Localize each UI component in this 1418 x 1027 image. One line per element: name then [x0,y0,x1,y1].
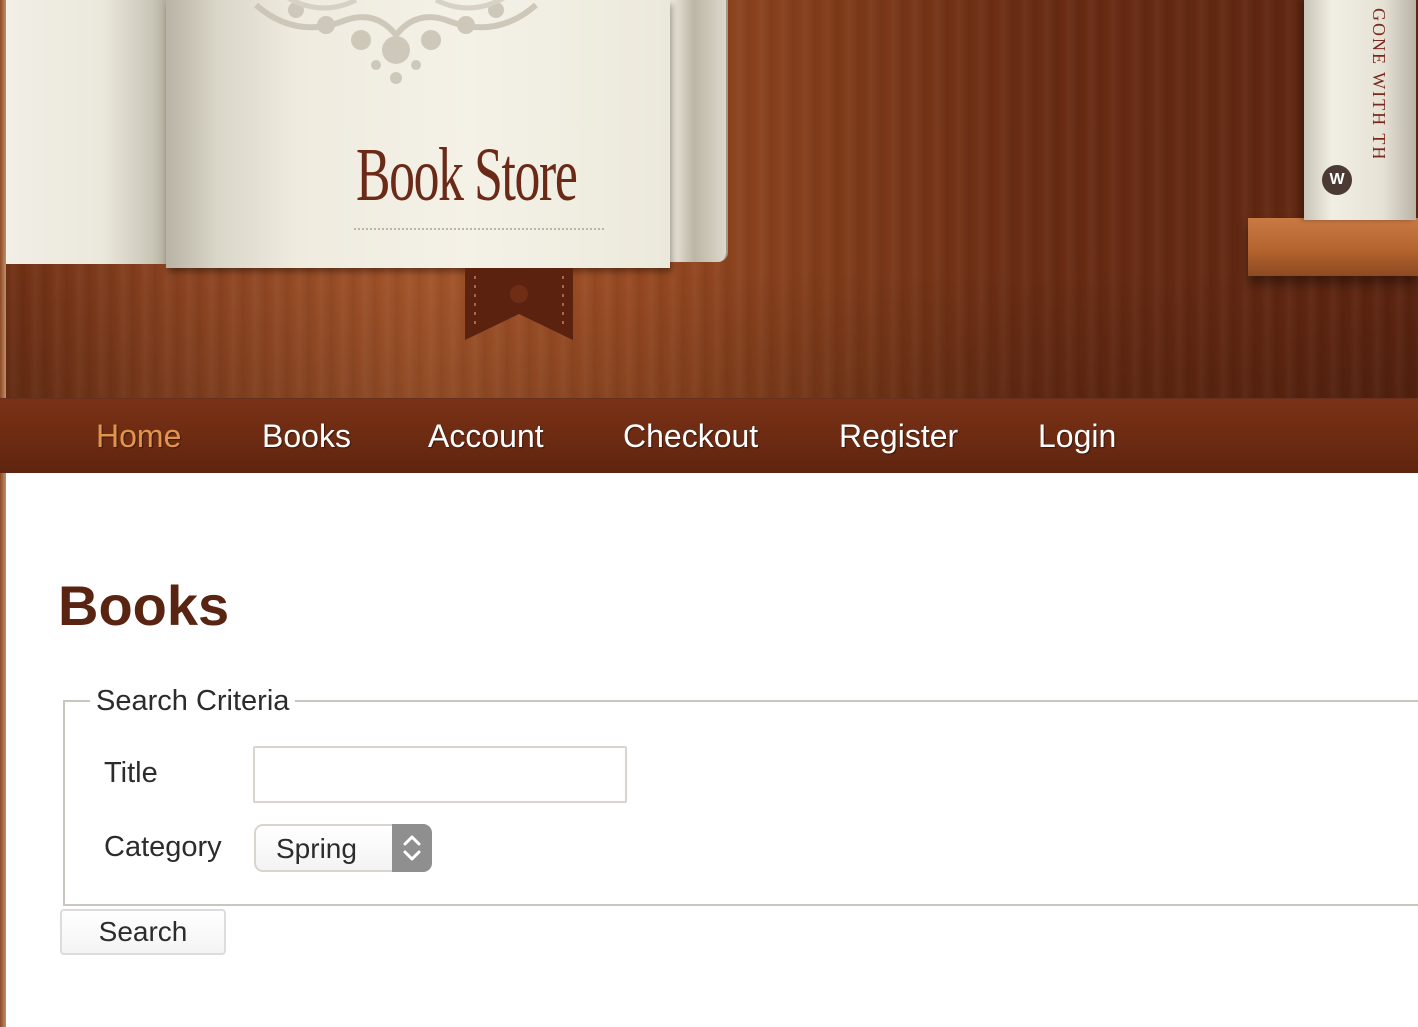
header-shade [0,270,1418,398]
title-label: Title [104,757,158,789]
page-left-border [0,0,6,1027]
nav-item-account[interactable]: Account [428,418,544,454]
publisher-logo-icon: W [1322,165,1352,195]
nav-item-home[interactable]: Home [96,418,181,454]
search-criteria-legend: Search Criteria [90,684,296,718]
logo-text[interactable]: Book Store [356,132,578,219]
book-illustration: Book Store [6,0,728,272]
nav-item-checkout[interactable]: Checkout [623,418,758,454]
logo-underline [354,228,604,230]
title-input[interactable] [253,746,627,803]
header-banner: Book Store GONE WITH THE WIND W [0,0,1418,398]
category-label: Category [104,831,222,863]
book-spine-title: GONE WITH THE WIND [1369,8,1389,158]
search-button[interactable]: Search [60,909,226,955]
wooden-shelf [1248,218,1418,276]
search-criteria-fieldset [63,700,1418,906]
select-updown-icon [392,824,432,872]
category-selected-value: Spring [276,833,357,864]
nav-item-books[interactable]: Books [262,418,351,454]
book-left-page [6,0,166,264]
nav-item-register[interactable]: Register [839,418,958,454]
nav-item-login[interactable]: Login [1038,418,1116,454]
bookmark-ribbon-icon [465,268,573,340]
ornament-icon [254,0,538,84]
page-title: Books [58,574,230,637]
category-select[interactable]: Spring [254,824,432,872]
